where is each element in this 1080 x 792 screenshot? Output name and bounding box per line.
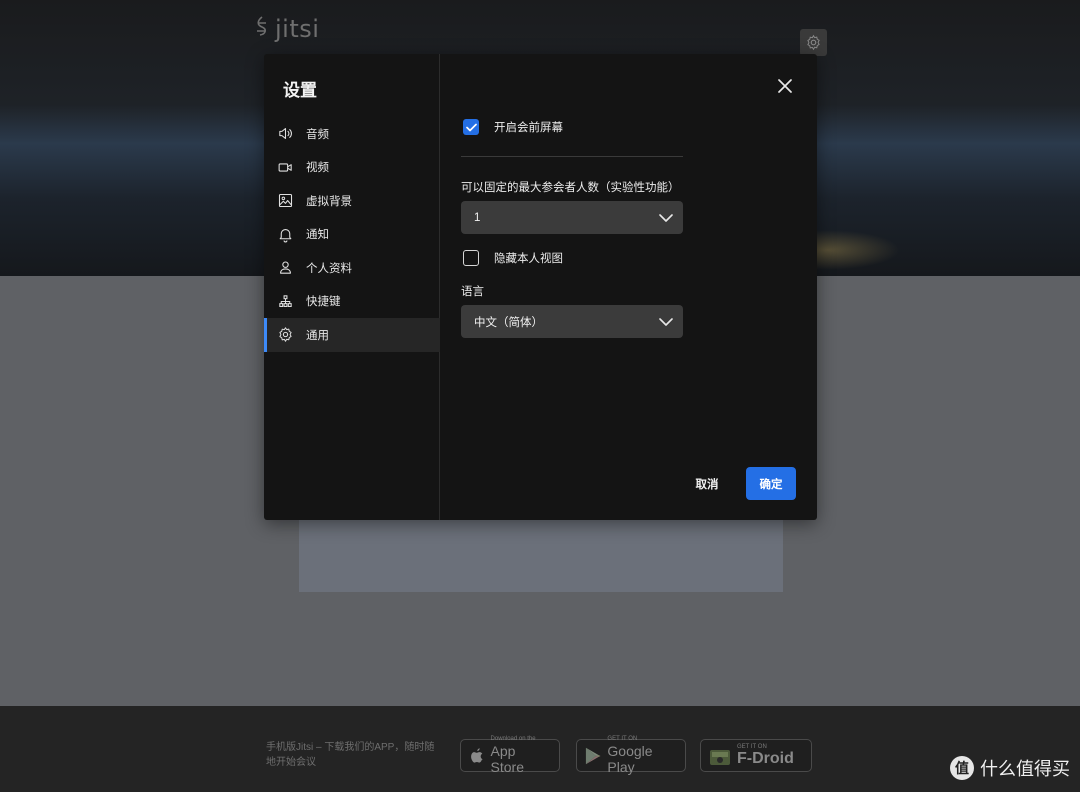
prejoin-checkbox[interactable] <box>463 119 479 135</box>
google-play-button[interactable]: GET IT ON Google Play <box>576 736 686 775</box>
ok-button[interactable]: 确定 <box>746 467 796 500</box>
app-store-big-text: App Store <box>490 743 524 775</box>
watermark: 值 什么值得买 <box>950 756 1070 780</box>
user-icon <box>280 261 291 274</box>
gear-icon <box>807 34 820 51</box>
image-icon <box>278 194 293 208</box>
fdroid-icon <box>710 749 730 765</box>
watermark-text: 什么值得买 <box>980 759 1070 780</box>
settings-dialog: 设置 音频 视频 虚拟背景 通知 个人资料 快捷键 通用 开启会前屏幕 可以固定… <box>264 54 817 520</box>
nav-item-video[interactable]: 视频 <box>264 151 440 185</box>
jitsi-logo-icon <box>253 15 271 43</box>
max-pinned-select[interactable]: 1 <box>461 201 683 234</box>
close-button[interactable] <box>775 76 795 96</box>
nav-item-notifications[interactable]: 通知 <box>264 218 440 252</box>
settings-content: 开启会前屏幕 可以固定的最大参会者人数（实验性功能） 1 隐藏本人视图 语言 中… <box>440 54 817 520</box>
footer-text: 手机版Jitsi – 下载我们的APP，随时随地开始会议 <box>266 742 435 768</box>
settings-nav: 音频 视频 虚拟背景 通知 个人资料 快捷键 通用 <box>264 117 440 352</box>
language-select[interactable]: 中文（简体） <box>461 305 683 338</box>
nav-item-general[interactable]: 通用 <box>264 318 440 352</box>
nav-item-label: 虚拟背景 <box>306 195 352 208</box>
nav-item-label: 通用 <box>306 329 329 342</box>
section-divider <box>461 156 683 157</box>
nav-item-virtual-background[interactable]: 虚拟背景 <box>264 184 440 218</box>
chevron-down-icon <box>659 213 673 222</box>
jitsi-logo: jitsi <box>253 14 319 44</box>
hide-self-checkbox[interactable] <box>463 250 479 266</box>
google-play-icon <box>585 747 601 764</box>
cancel-button[interactable]: 取消 <box>685 467 729 500</box>
language-label: 语言 <box>461 286 484 298</box>
language-value: 中文（简体） <box>474 316 543 329</box>
nav-item-label: 通知 <box>306 229 329 242</box>
nav-item-label: 个人资料 <box>306 262 352 275</box>
nav-item-audio[interactable]: 音频 <box>264 117 440 151</box>
background-settings-button[interactable] <box>800 29 827 56</box>
background-card <box>299 510 783 592</box>
jitsi-logo-text: jitsi <box>275 15 320 43</box>
dialog-title: 设置 <box>283 81 317 100</box>
fdroid-big-text: F-Droid <box>737 750 794 767</box>
checkmark-icon <box>465 123 477 131</box>
hide-self-setting: 隐藏本人视图 <box>463 250 563 266</box>
speaker-icon <box>279 128 292 140</box>
nav-item-shortcuts[interactable]: 快捷键 <box>264 285 440 319</box>
app-store-small-text: Download on the <box>490 736 536 742</box>
watermark-badge: 值 <box>950 756 974 780</box>
nav-item-label: 快捷键 <box>306 296 341 309</box>
gear-icon <box>279 327 292 342</box>
settings-sidebar: 设置 音频 视频 虚拟背景 通知 个人资料 快捷键 通用 <box>264 54 440 520</box>
hide-self-label: 隐藏本人视图 <box>494 253 563 265</box>
nav-item-profile[interactable]: 个人资料 <box>264 251 440 285</box>
app-store-button[interactable]: Download on the App Store <box>460 736 560 775</box>
fdroid-button[interactable]: GET IT ON F-Droid <box>700 739 812 772</box>
max-pinned-label: 可以固定的最大参会者人数（实验性功能） <box>461 182 680 194</box>
apple-icon <box>471 747 483 763</box>
google-play-small-text: GET IT ON <box>607 736 638 742</box>
prejoin-setting: 开启会前屏幕 <box>463 119 563 135</box>
max-pinned-value: 1 <box>474 211 481 224</box>
prejoin-label: 开启会前屏幕 <box>494 122 563 134</box>
shortcut-icon <box>279 295 292 307</box>
google-play-big-text: Google Play <box>607 743 653 775</box>
bell-icon <box>279 228 292 243</box>
close-icon <box>778 79 792 93</box>
nav-item-label: 视频 <box>306 162 329 175</box>
nav-item-label: 音频 <box>306 128 329 141</box>
camera-icon <box>278 163 292 172</box>
chevron-down-icon <box>659 317 673 326</box>
